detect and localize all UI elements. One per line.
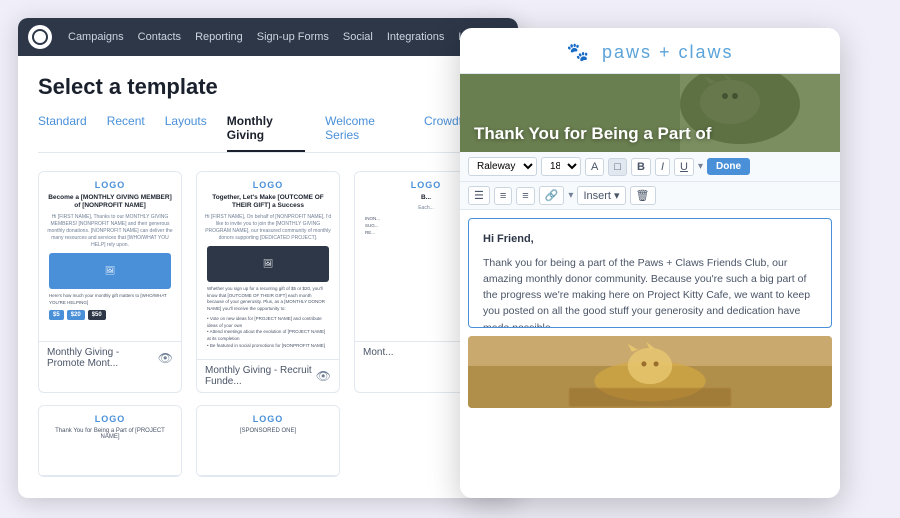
link-dropdown: ▾ [568, 190, 573, 201]
tpl-logo-1: LOGO [45, 180, 175, 190]
template-card-r2-2[interactable]: LOGO [SPONSORED ONE] [196, 405, 340, 477]
page-title: Select a template [38, 74, 498, 100]
nav-reporting[interactable]: Reporting [195, 31, 243, 43]
preview-panel: 🐾 paws + claws Thank You for Being a Par… [460, 28, 840, 498]
tpl-sponsor-text-r2-2: [SPONSORED ONE] [207, 428, 329, 434]
tpl-image-block-2: 🖼 [207, 246, 329, 282]
template-card-2[interactable]: LOGO Together, Let's Make [OUTCOME OF TH… [196, 171, 340, 393]
hero-text: Thank You for Being a Part of [474, 124, 711, 144]
link-button[interactable]: 🔗 [539, 186, 565, 205]
tpl-body-2b: • Vote on new ideas for [PROJECT NAME] a… [207, 316, 329, 350]
template-label-3: Mont... [363, 347, 394, 358]
preview-hero: Thank You for Being a Part of [460, 74, 840, 152]
template-grid-row2: LOGO Thank You for Being a Part of [PROJ… [38, 405, 498, 477]
template-footer-1: Monthly Giving - Promote Mont... 👁 [39, 342, 181, 374]
template-footer-2: Monthly Giving - Recruit Funde... 👁 [197, 360, 339, 392]
template-label-1: Monthly Giving - Promote Mont... [47, 347, 158, 369]
bold-button[interactable]: B [631, 158, 651, 176]
paws-claws-logo: 🐾 paws + claws [460, 42, 840, 63]
nav-items: Campaigns Contacts Reporting Sign-up For… [68, 31, 492, 43]
app-window: Campaigns Contacts Reporting Sign-up For… [18, 18, 518, 498]
tpl-sponsor-text-r2-1: Thank You for Being a Part of [PROJECT N… [49, 428, 171, 440]
tpl-logo-r2-1: LOGO [45, 414, 175, 424]
template-preview-2: LOGO Together, Let's Make [OUTCOME OF TH… [197, 172, 339, 360]
app-logo [28, 25, 52, 49]
tab-welcome-series[interactable]: Welcome Series [325, 114, 404, 152]
tpl-heading-2: Together, Let's Make [OUTCOME OF THEIR G… [203, 194, 333, 211]
tpl-image-block-1: 🖼 [49, 253, 171, 289]
nav-contacts[interactable]: Contacts [138, 31, 181, 43]
template-preview-r2-2: LOGO [SPONSORED ONE] [197, 406, 339, 476]
editor-content: Thank you for being a part of the Paws +… [483, 255, 817, 328]
tpl-body-2: Whether you sign up for a recurring gift… [207, 286, 329, 313]
second-cat-image [468, 336, 832, 408]
tab-recent[interactable]: Recent [107, 114, 145, 152]
align-center-button[interactable]: ≡ [494, 187, 512, 205]
preview-eye-icon-2[interactable]: 👁 [316, 369, 331, 383]
tpl-logo-r2-2: LOGO [203, 414, 333, 424]
nav-bar: Campaigns Contacts Reporting Sign-up For… [18, 18, 518, 56]
template-label-2: Monthly Giving - Recruit Funde... [205, 365, 316, 387]
tab-layouts[interactable]: Layouts [165, 114, 207, 152]
editor-greeting: Hi Friend, [483, 231, 817, 249]
tpl-body-1: Here's how much your monthly gift matter… [49, 293, 171, 307]
editor-toolbar-row1: Raleway 18 A □ B I U ▾ Done [460, 152, 840, 182]
template-card-1[interactable]: LOGO Become a [MONTHLY GIVING MEMBER] of… [38, 171, 182, 393]
template-grid: LOGO Become a [MONTHLY GIVING MEMBER] of… [38, 171, 498, 393]
amount-20: $20 [67, 310, 85, 320]
tpl-logo-2: LOGO [203, 180, 333, 190]
nav-campaigns[interactable]: Campaigns [68, 31, 124, 43]
image-placeholder-icon: 🖼 [105, 266, 115, 275]
align-left-button[interactable]: ☰ [468, 186, 490, 205]
editor-body[interactable]: Hi Friend, Thank you for being a part of… [468, 218, 832, 328]
underline-button[interactable]: U [674, 158, 694, 176]
delete-button[interactable]: 🗑 [630, 186, 656, 205]
template-preview-r2-1: LOGO Thank You for Being a Part of [PROJ… [39, 406, 181, 476]
font-size-select[interactable]: 18 [541, 157, 581, 176]
paw-icon: 🐾 [567, 42, 591, 62]
tpl-amounts-1: $5 $20 $50 [49, 310, 171, 320]
nav-social[interactable]: Social [343, 31, 373, 43]
font-family-select[interactable]: Raleway [468, 157, 537, 176]
image-placeholder-icon-2: 🖼 [263, 259, 273, 268]
template-tabs: Standard Recent Layouts Monthly Giving W… [38, 114, 498, 153]
editor-toolbar-row2: ☰ ≡ ≡ 🔗 ▾ Insert ▾ 🗑 [460, 182, 840, 210]
align-right-button[interactable]: ≡ [516, 187, 534, 205]
template-card-r2-1[interactable]: LOGO Thank You for Being a Part of [PROJ… [38, 405, 182, 477]
text-color-button[interactable]: A [585, 158, 604, 176]
dropdown-arrow: ▾ [698, 161, 703, 172]
amount-50: $50 [88, 310, 106, 320]
tab-standard[interactable]: Standard [38, 114, 87, 152]
amount-5: $5 [49, 310, 64, 320]
brand-name: paws + claws [602, 42, 734, 62]
preview-brand-header: 🐾 paws + claws [460, 28, 840, 74]
content-area: Select a template Standard Recent Layout… [18, 56, 518, 495]
tpl-subtext-2: Hi [FIRST NAME], On behalf of [NONPROFIT… [203, 214, 333, 242]
nav-integrations[interactable]: Integrations [387, 31, 444, 43]
preview-eye-icon-1[interactable]: 👁 [158, 351, 173, 365]
done-button[interactable]: Done [707, 158, 750, 175]
nav-signup-forms[interactable]: Sign-up Forms [257, 31, 329, 43]
tpl-subtext-1: Hi [FIRST NAME], Thanks to our MONTHLY G… [45, 214, 175, 249]
italic-button[interactable]: I [655, 158, 670, 176]
highlight-color-button[interactable]: □ [608, 158, 627, 176]
insert-button[interactable]: Insert ▾ [577, 186, 625, 205]
tpl-heading-1: Become a [MONTHLY GIVING MEMBER] of [NON… [45, 194, 175, 211]
template-preview-1: LOGO Become a [MONTHLY GIVING MEMBER] of… [39, 172, 181, 342]
tab-monthly-giving[interactable]: Monthly Giving [227, 114, 305, 152]
